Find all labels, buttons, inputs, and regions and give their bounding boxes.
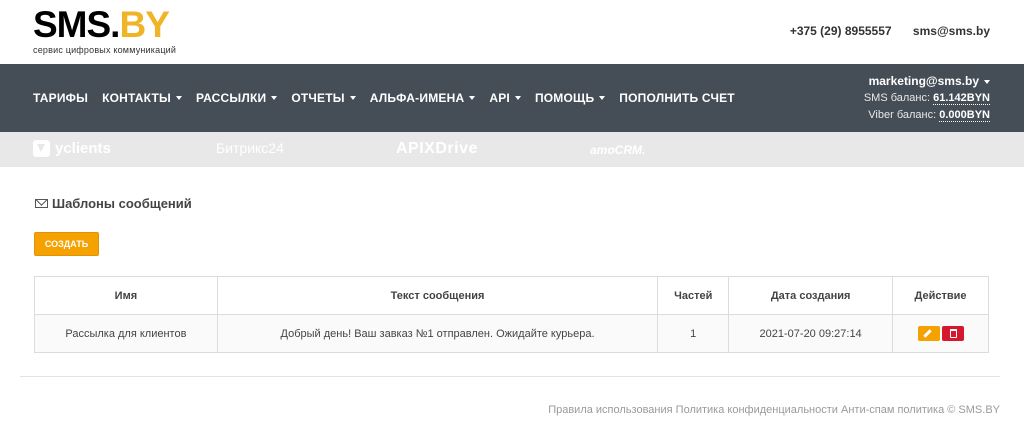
viber-balance: Viber баланс: 0.000BYN <box>868 109 990 122</box>
nav-item-tariffs[interactable]: ТАРИФЫ <box>33 91 88 105</box>
footer-link-rules[interactable]: Правила использования <box>548 404 672 416</box>
logo-tagline: сервис цифровых коммуникаций <box>33 45 177 55</box>
account-panel: marketing@sms.by SMS баланс: 61.142BYN V… <box>864 73 990 124</box>
nav-item-reports[interactable]: ОТЧЕТЫ <box>291 91 356 105</box>
top-header: SMS.BY сервис цифровых коммуникаций +375… <box>0 0 1024 64</box>
trash-icon <box>949 329 957 338</box>
partner-apix-drive[interactable]: APIXDrive <box>396 140 478 158</box>
nav-item-contacts[interactable]: КОНТАКТЫ <box>102 91 182 105</box>
nav-item-api[interactable]: API <box>489 91 521 105</box>
logo[interactable]: SMS.BY сервис цифровых коммуникаций <box>33 4 177 56</box>
account-menu[interactable]: marketing@sms.by <box>864 73 990 90</box>
cell-actions <box>892 314 989 353</box>
templates-table: Имя Текст сообщения Частей Дата создания… <box>34 276 989 353</box>
partner-yclients[interactable]: yclients <box>33 140 111 157</box>
footer-link-antispam[interactable]: Анти-спам политика <box>841 404 944 416</box>
caret-down-icon <box>469 96 476 100</box>
partner-amocrm[interactable]: amoCRM. <box>590 143 645 157</box>
main-navbar: ТАРИФЫ КОНТАКТЫ РАССЫЛКИ ОТЧЕТЫ АЛЬФА-ИМ… <box>0 64 1024 132</box>
header-text[interactable]: Текст сообщения <box>216 276 659 315</box>
partners-strip: yclients Битрикс24 APIXDrive amoCRM. <box>0 132 1024 167</box>
logo-text: SMS.BY <box>33 4 170 45</box>
footer-link-privacy[interactable]: Политика конфиденциальности <box>676 404 838 416</box>
yclients-logo-icon <box>33 140 50 157</box>
table-row: Рассылка для клиентов Добрый день! Ваш з… <box>34 314 989 353</box>
footer-divider <box>20 376 1000 377</box>
caret-down-icon <box>599 96 606 100</box>
header-name[interactable]: Имя <box>34 276 218 315</box>
footer: Правила использования Политика конфиденц… <box>548 404 1000 416</box>
cell-date: 2021-07-20 09:27:14 <box>728 314 894 353</box>
cell-parts: 1 <box>657 314 730 353</box>
nav-item-top-up[interactable]: ПОПОЛНИТЬ СЧЕТ <box>619 91 735 105</box>
nav-item-help[interactable]: ПОМОЩЬ <box>535 91 606 105</box>
header-email[interactable]: sms@sms.by <box>913 24 990 38</box>
caret-down-icon <box>984 79 990 84</box>
delete-button[interactable] <box>941 326 964 341</box>
nav-item-alpha-names[interactable]: АЛЬФА-ИМЕНА <box>370 91 476 105</box>
nav-item-mailings[interactable]: РАССЫЛКИ <box>196 91 278 105</box>
envelope-icon <box>35 199 48 208</box>
caret-down-icon <box>514 96 521 100</box>
table-header-row: Имя Текст сообщения Частей Дата создания… <box>34 276 989 315</box>
sms-balance: SMS баланс: 61.142BYN <box>863 92 990 105</box>
header-date[interactable]: Дата создания <box>728 276 894 315</box>
header-contacts: +375 (29) 8955557 sms@sms.by <box>772 24 990 38</box>
cell-name: Рассылка для клиентов <box>34 314 218 353</box>
cell-text: Добрый день! Ваш завказ №1 отправлен. Ож… <box>216 314 659 353</box>
header-action: Действие <box>892 276 989 315</box>
pencil-icon <box>922 329 932 338</box>
caret-down-icon <box>271 96 278 100</box>
create-button[interactable]: СОЗДАТЬ <box>34 232 99 256</box>
caret-down-icon <box>349 96 356 100</box>
edit-button[interactable] <box>917 326 940 341</box>
caret-down-icon <box>175 96 182 100</box>
footer-copyright: © SMS.BY <box>947 404 1000 416</box>
nav-menu: ТАРИФЫ КОНТАКТЫ РАССЫЛКИ ОТЧЕТЫ АЛЬФА-ИМ… <box>33 91 749 105</box>
page-title: Шаблоны сообщений <box>35 196 192 211</box>
header-parts[interactable]: Частей <box>657 276 730 315</box>
partner-bitrix24[interactable]: Битрикс24 <box>216 140 284 156</box>
header-phone[interactable]: +375 (29) 8955557 <box>790 24 892 38</box>
